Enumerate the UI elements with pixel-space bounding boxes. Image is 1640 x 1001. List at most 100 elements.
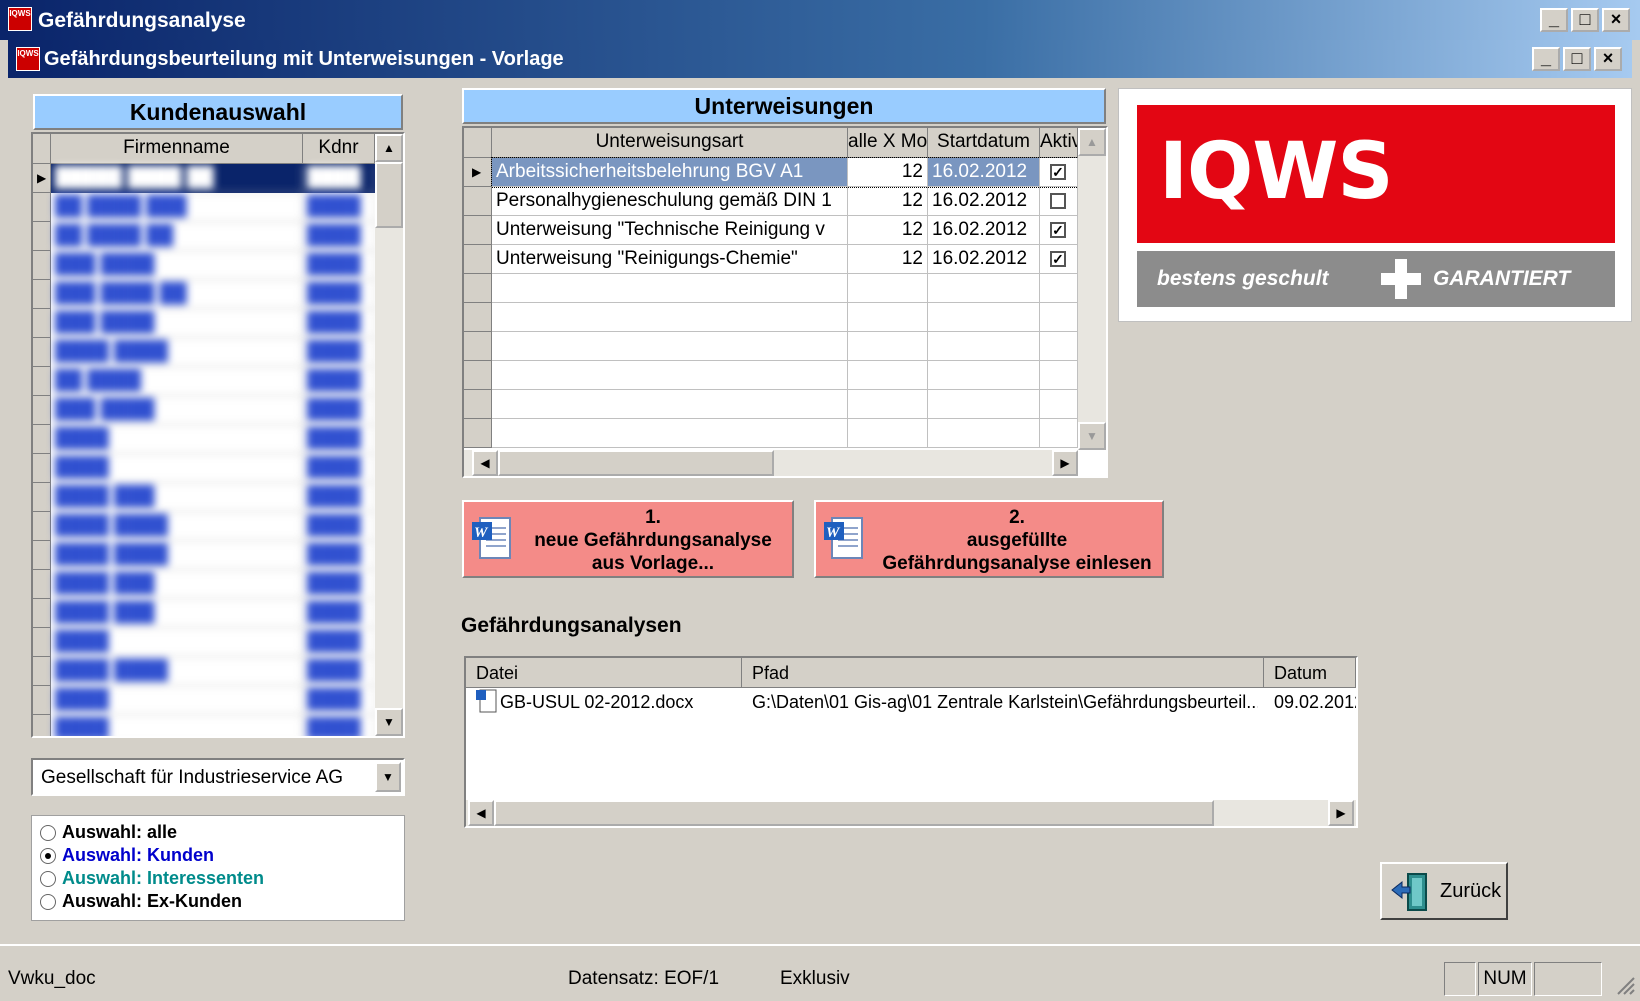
checkbox-checked-icon[interactable]: ✓: [1050, 164, 1066, 180]
table-row[interactable]: Personalhygieneschulung gemäß DIN 1 12 16.…: [492, 187, 1078, 216]
table-row[interactable]: ███ ████ ████: [51, 251, 375, 280]
row-selector[interactable]: [33, 686, 51, 715]
minimize-button[interactable]: _: [1540, 8, 1568, 32]
row-selector[interactable]: [464, 303, 492, 332]
row-selector[interactable]: [33, 309, 51, 338]
table-row[interactable]: ██ ████ ████: [51, 367, 375, 396]
table-row[interactable]: ██ ████ ███ ████: [51, 193, 375, 222]
column-header-pfad[interactable]: Pfad: [742, 658, 1264, 688]
child-close-button[interactable]: ×: [1594, 47, 1622, 71]
row-selector[interactable]: [33, 657, 51, 686]
row-selector[interactable]: [464, 419, 492, 448]
row-selector[interactable]: [464, 216, 492, 245]
row-selector[interactable]: [33, 715, 51, 736]
resize-grip-icon[interactable]: [1614, 974, 1636, 996]
child-minimize-button[interactable]: _: [1532, 47, 1560, 71]
scroll-down-icon[interactable]: ▼: [375, 708, 403, 736]
radio-option[interactable]: Auswahl: Kunden: [40, 845, 264, 868]
row-selector[interactable]: [33, 541, 51, 570]
empty-row[interactable]: [492, 361, 1078, 390]
empty-row[interactable]: [492, 303, 1078, 332]
row-selector[interactable]: ▶: [33, 164, 51, 193]
row-selector[interactable]: [33, 222, 51, 251]
list-item[interactable]: GB-USUL 02-2012.docx G:\Daten\01 Gis-ag\0…: [466, 688, 1356, 716]
empty-row[interactable]: [492, 419, 1078, 448]
analysen-scroll-right-icon[interactable]: ▶: [1328, 800, 1354, 826]
cell-aktiv[interactable]: [1040, 419, 1078, 448]
back-button[interactable]: Zurück: [1380, 862, 1508, 920]
uw-scrollbar-thumb[interactable]: [498, 450, 774, 476]
checkbox-unchecked-icon[interactable]: [1050, 193, 1066, 209]
uw-horizontal-scrollbar[interactable]: ◀ ▶: [464, 450, 1078, 476]
table-row[interactable]: ████ ████: [51, 715, 375, 736]
table-row[interactable]: ██ ████ ██ ████: [51, 222, 375, 251]
table-row[interactable]: ████ ████ ████: [51, 541, 375, 570]
unterweisungen-grid[interactable]: Unterweisungsart alle X Mo Startdatum Ak…: [462, 126, 1108, 478]
row-selector[interactable]: [33, 512, 51, 541]
row-selector[interactable]: [33, 396, 51, 425]
table-row[interactable]: ████ ████ ████: [51, 338, 375, 367]
app-icon[interactable]: IQWS: [8, 7, 32, 31]
cell-aktiv[interactable]: ✓: [1040, 158, 1078, 187]
table-row[interactable]: ███ ████ ██ ████: [51, 280, 375, 309]
column-header-aktiv[interactable]: Aktiv: [1040, 128, 1078, 158]
radio-button[interactable]: [40, 894, 56, 911]
row-selector[interactable]: [33, 251, 51, 280]
uw-scroll-right-icon[interactable]: ▶: [1052, 450, 1078, 476]
table-row[interactable]: Arbeitssicherheitsbelehrung BGV A1 12 16.0…: [491, 157, 1079, 188]
table-row[interactable]: ████ ███ ████: [51, 599, 375, 628]
child-app-icon[interactable]: IQWS: [16, 47, 40, 71]
table-row[interactable]: ████ ████ ████: [51, 512, 375, 541]
maximize-button[interactable]: □: [1571, 8, 1599, 32]
cell-aktiv[interactable]: [1040, 187, 1078, 216]
empty-row[interactable]: [492, 274, 1078, 303]
table-row[interactable]: █████ ████ ██ ████: [51, 164, 375, 193]
radio-option[interactable]: Auswahl: Ex-Kunden: [40, 891, 264, 914]
row-selector[interactable]: [33, 193, 51, 222]
row-selector[interactable]: [33, 280, 51, 309]
cell-aktiv[interactable]: ✓: [1040, 216, 1078, 245]
table-row[interactable]: ████ ████: [51, 628, 375, 657]
row-selector[interactable]: [33, 338, 51, 367]
column-header-kdnr[interactable]: Kdnr: [303, 134, 375, 164]
analysen-horizontal-scrollbar[interactable]: ◀ ▶: [466, 800, 1356, 826]
cell-aktiv[interactable]: ✓: [1040, 245, 1078, 274]
column-header-datei[interactable]: Datei: [466, 658, 742, 688]
table-row[interactable]: ████ ████: [51, 454, 375, 483]
table-row[interactable]: ████ ███ ████: [51, 570, 375, 599]
customer-grid[interactable]: Firmenname Kdnr ▶ █████ ████ ██ ████ ██ ███…: [31, 132, 405, 738]
empty-row[interactable]: [492, 390, 1078, 419]
column-header-datum[interactable]: Datum: [1264, 658, 1356, 688]
scroll-up-icon[interactable]: ▲: [375, 134, 403, 162]
row-selector[interactable]: [33, 570, 51, 599]
row-selector[interactable]: ▶: [464, 158, 492, 187]
radio-button[interactable]: [40, 825, 56, 842]
uw-scroll-up-icon[interactable]: ▲: [1078, 128, 1106, 156]
column-header-startdatum[interactable]: Startdatum: [928, 128, 1040, 158]
analysen-list[interactable]: Datei Pfad Datum GB-USUL 02-2012.docx G:\…: [464, 656, 1358, 828]
row-selector[interactable]: [464, 187, 492, 216]
app-titlebar[interactable]: IQWS Gefährdungsanalyse _ □ ×: [0, 0, 1640, 40]
table-row[interactable]: ████ ████ ████: [51, 657, 375, 686]
analysen-scrollbar-thumb[interactable]: [494, 800, 1214, 826]
cell-aktiv[interactable]: [1040, 361, 1078, 390]
uw-scroll-left-icon[interactable]: ◀: [472, 450, 498, 476]
row-selector[interactable]: [33, 483, 51, 512]
load-analysis-button[interactable]: W 2. ausgefüllte Gefährdungsanalyse einl…: [814, 500, 1164, 578]
close-button[interactable]: ×: [1602, 8, 1630, 32]
radio-button[interactable]: [40, 848, 56, 865]
empty-row[interactable]: [492, 332, 1078, 361]
table-row[interactable]: Unterweisung "Reinigungs-Chemie" 12 16.02.…: [492, 245, 1078, 274]
checkbox-checked-icon[interactable]: ✓: [1050, 251, 1066, 267]
child-maximize-button[interactable]: □: [1563, 47, 1591, 71]
child-titlebar[interactable]: IQWS Gefährdungsbeurteilung mit Unterwei…: [8, 40, 1632, 78]
table-row[interactable]: ███ ████ ████: [51, 309, 375, 338]
uw-scroll-down-icon[interactable]: ▼: [1078, 422, 1106, 450]
radio-button[interactable]: [40, 871, 56, 888]
row-selector[interactable]: [33, 425, 51, 454]
table-row[interactable]: ████ ████: [51, 686, 375, 715]
row-selector[interactable]: [464, 361, 492, 390]
column-header-alle-x-mo[interactable]: alle X Mo: [848, 128, 928, 158]
new-analysis-button[interactable]: W 1. neue Gefährdungsanalyse aus Vorlage…: [462, 500, 794, 578]
row-selector[interactable]: [33, 599, 51, 628]
